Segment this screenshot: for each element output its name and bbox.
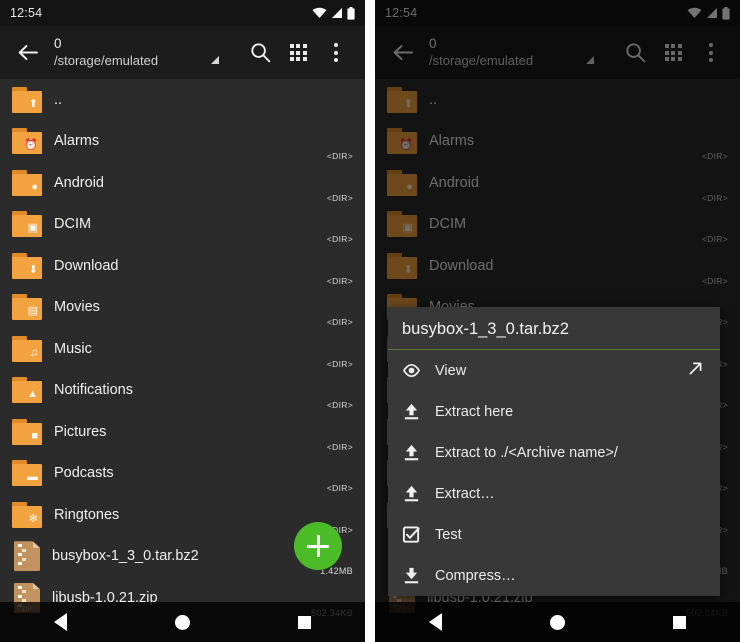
nav-back-icon[interactable]	[429, 613, 442, 631]
list-item-meta: <DIR>	[326, 358, 353, 369]
folder-camera-icon: ▣	[12, 211, 42, 238]
list-item-name: Android	[54, 174, 104, 191]
list-item-name: Notifications	[54, 382, 133, 399]
status-icons	[312, 6, 355, 20]
archive-context-dialog: busybox-1_3_0.tar.bz2 View Extract here Ex…	[388, 307, 720, 596]
phone-panel-left: 12:54 0 /storage/emulated ⬆ .. ⏰ Alarms …	[0, 0, 365, 642]
list-item-name: Movies	[54, 299, 100, 316]
dialog-item-label: Extract here	[435, 403, 514, 420]
system-navigation-bar	[0, 602, 365, 642]
list-item-name: Download	[54, 257, 119, 274]
folder-alarms-icon: ⏰	[12, 128, 42, 155]
list-item[interactable]: ⏰ Alarms <DIR>	[0, 121, 365, 163]
folder-ringtones-icon: ✻	[12, 501, 42, 528]
extract-up-icon	[402, 443, 421, 462]
nav-recents-icon[interactable]	[673, 615, 686, 629]
search-button[interactable]	[241, 34, 279, 72]
open-external-icon	[687, 360, 704, 382]
search-icon	[250, 43, 270, 63]
nav-back-icon[interactable]	[54, 613, 67, 631]
list-item[interactable]: ⬆..	[0, 79, 365, 121]
list-item-meta: <DIR>	[326, 234, 353, 244]
path-selector[interactable]: 0 /storage/emulated	[44, 36, 241, 69]
dialog-item-label: Test	[435, 526, 462, 543]
dialog-item-label: Extract…	[435, 485, 495, 502]
plus-icon	[307, 535, 329, 557]
folder-music-icon: ♫	[12, 335, 42, 362]
dialog-item-label: Compress…	[435, 567, 516, 584]
list-item[interactable]: ▣ DCIM <DIR>	[0, 204, 365, 246]
list-item-meta: <DIR>	[326, 275, 353, 286]
wifi-icon	[312, 7, 327, 18]
dialog-item-extract-here[interactable]: Extract here	[388, 391, 720, 432]
grid-view-icon	[289, 44, 307, 61]
toolbar: 0 /storage/emulated	[0, 26, 365, 79]
list-item-name: Ringtones	[54, 506, 120, 523]
battery-icon	[347, 6, 355, 20]
status-time: 12:54	[10, 6, 43, 20]
dialog-item-extract-to-archive-name[interactable]: Extract to ./<Archive name>/	[388, 432, 720, 473]
dialog-item-view[interactable]: View	[388, 350, 720, 391]
path-current: 0	[54, 36, 62, 51]
dialog-item-test[interactable]: Test	[388, 514, 720, 555]
nav-home-icon[interactable]	[175, 614, 190, 630]
list-item-name: busybox-1_3_0.tar.bz2	[52, 548, 199, 565]
screenshot-stage: 12:54 0 /storage/emulated ⬆ .. ⏰ Alarms …	[0, 0, 740, 642]
list-item-meta: <DIR>	[326, 192, 353, 203]
list-item[interactable]: ● Android <DIR>	[0, 162, 365, 204]
list-item-meta: <DIR>	[326, 317, 353, 327]
list-item[interactable]: ▬ Podcasts <DIR>	[0, 453, 365, 495]
phone-panel-right: 12:54 0 /storage/emulated	[375, 0, 740, 642]
list-item-name: ..	[54, 91, 63, 108]
chevron-down-icon	[211, 56, 219, 64]
add-button[interactable]	[294, 522, 342, 570]
compress-down-icon	[402, 566, 421, 585]
extract-up-icon	[402, 484, 421, 503]
folder-android-icon: ●	[12, 169, 42, 196]
check-box-icon	[402, 525, 421, 544]
list-item[interactable]: ▤ Movies <DIR>	[0, 287, 365, 329]
folder-movies-icon: ▤	[12, 294, 42, 321]
dialog-item-compress[interactable]: Compress…	[388, 555, 720, 596]
folder-notifications-icon: ▲	[12, 377, 42, 404]
list-item-meta: <DIR>	[326, 483, 353, 493]
nav-home-icon[interactable]	[550, 614, 565, 630]
list-item[interactable]: ▲ Notifications <DIR>	[0, 370, 365, 412]
list-item-name: Podcasts	[54, 465, 114, 482]
eye-icon	[402, 361, 421, 380]
list-item[interactable]: ♫ Music <DIR>	[0, 328, 365, 370]
dialog-item-extract[interactable]: Extract…	[388, 473, 720, 514]
folder-download-icon: ⬇	[12, 252, 42, 279]
list-item[interactable]: ■ Pictures <DIR>	[0, 411, 365, 453]
signal-icon	[332, 8, 342, 18]
overflow-menu-icon	[334, 43, 338, 62]
list-item-meta: <DIR>	[326, 151, 353, 161]
list-item-meta: <DIR>	[326, 441, 353, 452]
system-navigation-bar	[375, 602, 740, 642]
list-item[interactable]: ⬇ Download <DIR>	[0, 245, 365, 287]
dialog-item-label: Extract to ./<Archive name>/	[435, 444, 618, 461]
folder-up-icon: ⬆	[12, 86, 42, 113]
dialog-item-label: View	[435, 362, 467, 379]
list-item-name: Music	[54, 340, 92, 357]
grid-view-button[interactable]	[279, 34, 317, 72]
archive-file-icon	[14, 541, 40, 572]
list-item-name: Pictures	[54, 423, 107, 440]
overflow-menu-button[interactable]	[317, 34, 355, 72]
dialog-title: busybox-1_3_0.tar.bz2	[388, 307, 720, 350]
folder-pictures-icon: ■	[12, 418, 42, 445]
back-arrow-icon	[18, 45, 38, 60]
back-button[interactable]	[10, 36, 44, 70]
list-item-name: Alarms	[54, 133, 100, 150]
status-bar: 12:54	[0, 0, 365, 26]
list-item-meta: <DIR>	[326, 400, 353, 410]
list-item-name: DCIM	[54, 216, 92, 233]
extract-up-icon	[402, 402, 421, 421]
folder-podcasts-icon: ▬	[12, 460, 42, 487]
nav-recents-icon[interactable]	[298, 615, 311, 629]
